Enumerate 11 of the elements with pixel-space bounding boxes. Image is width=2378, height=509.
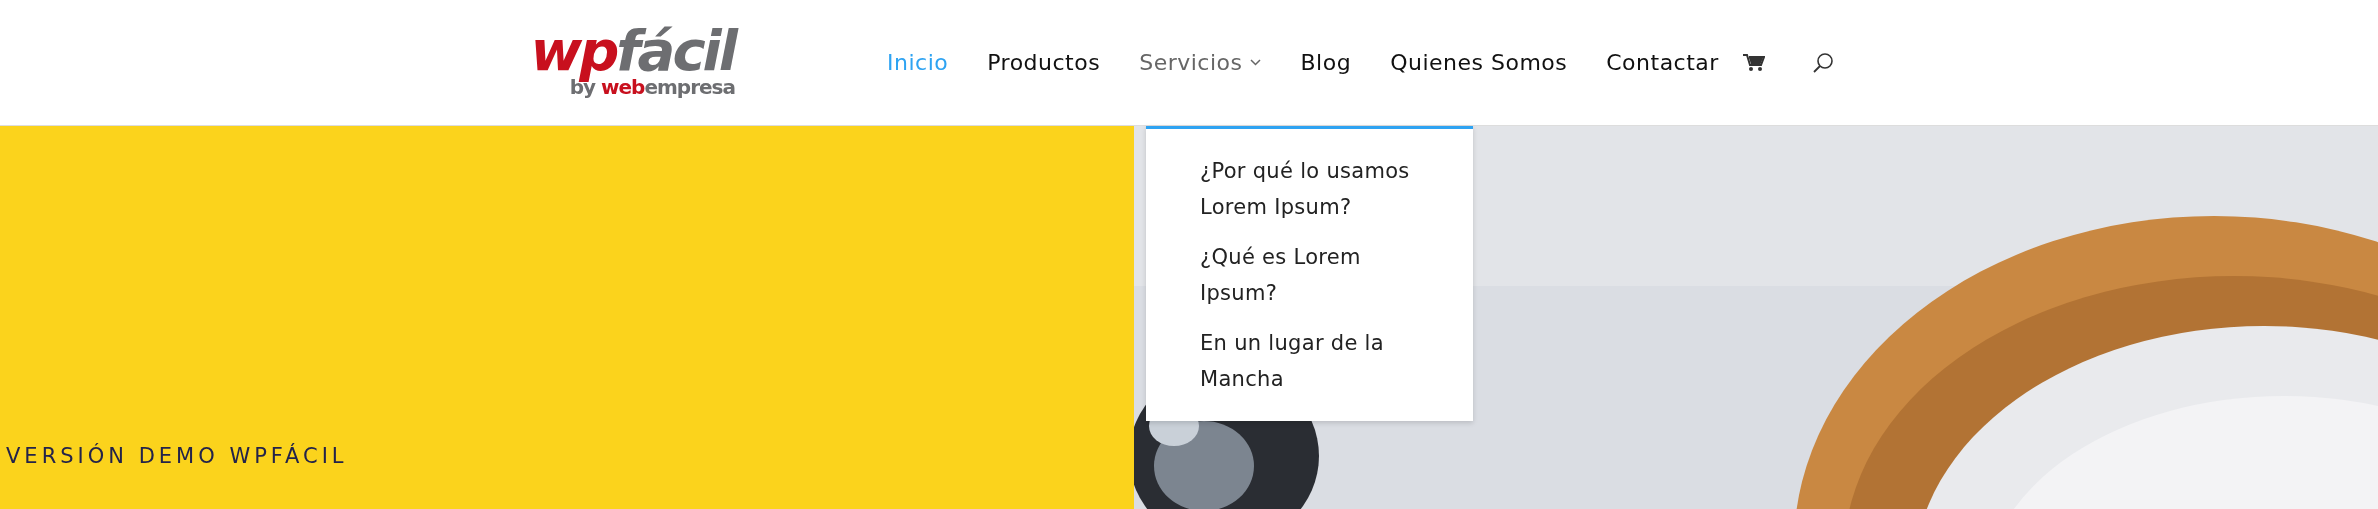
chevron-down-icon xyxy=(1250,59,1262,66)
nav-link[interactable]: Quienes Somos xyxy=(1390,51,1568,74)
dropdown-item[interactable]: ¿Qué es Lorem Ipsum? xyxy=(1200,239,1433,311)
nav-link[interactable]: Servicios xyxy=(1139,51,1262,74)
dropdown-item[interactable]: ¿Por qué lo usamos Lorem Ipsum? xyxy=(1200,153,1433,225)
search-icon[interactable] xyxy=(1811,51,1834,74)
nav-link[interactable]: Blog xyxy=(1300,51,1352,74)
dropdown-item[interactable]: En un lugar de la Mancha xyxy=(1200,325,1433,397)
nav-link[interactable]: Productos xyxy=(987,51,1101,74)
cart-icon[interactable] xyxy=(1742,53,1765,72)
nav-link[interactable]: Contactar xyxy=(1606,51,1719,74)
